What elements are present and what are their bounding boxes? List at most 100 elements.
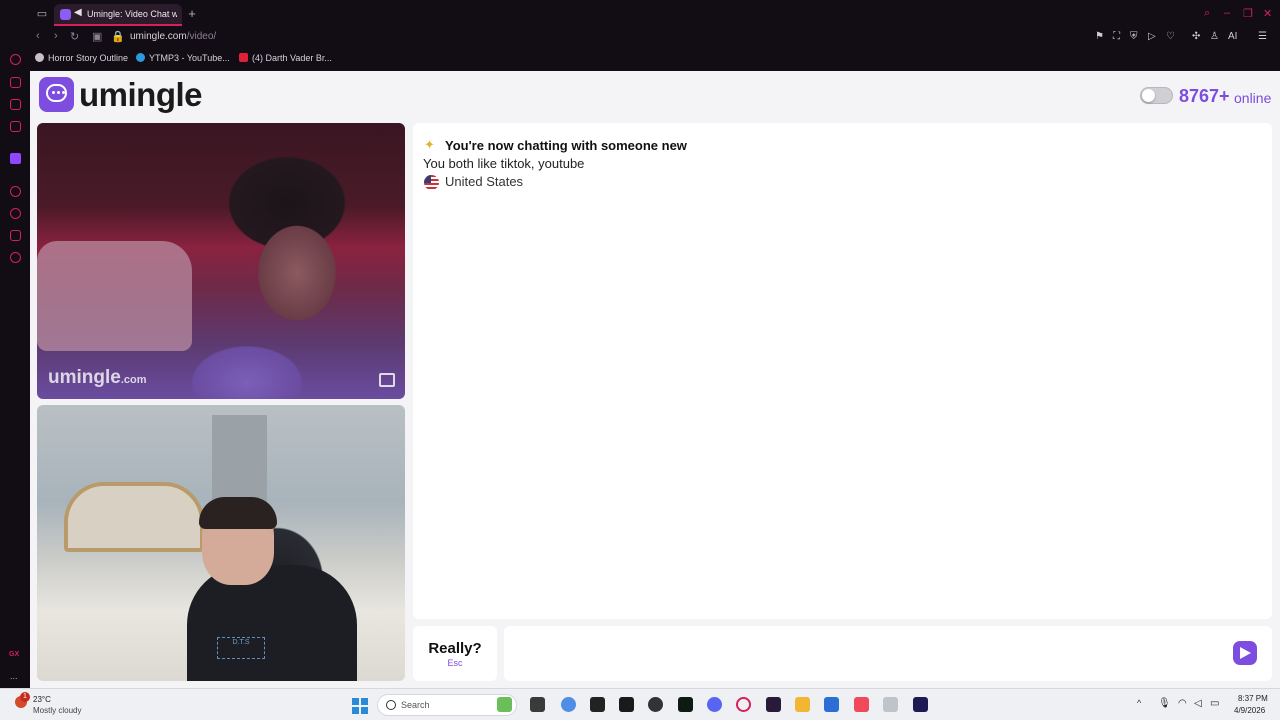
brand-name[interactable]: umingle	[79, 76, 203, 114]
volume-icon[interactable]: ◁	[1194, 698, 1202, 709]
logo-dot	[62, 91, 65, 94]
watermark-name: umingle	[48, 367, 121, 388]
search-icon	[386, 700, 396, 710]
twitch-icon[interactable]	[10, 153, 21, 164]
bookmark-item[interactable]: YTMP3 - YouTube...	[136, 53, 230, 63]
messenger-icon[interactable]	[10, 99, 21, 110]
start-button[interactable]	[352, 698, 368, 714]
clock-date[interactable]: 4/9/2026	[1234, 706, 1265, 715]
player-icon[interactable]	[10, 186, 21, 197]
bookmark-item[interactable]: Horror Story Outline	[35, 53, 128, 63]
stranger-country: United States	[445, 174, 524, 189]
globe-icon	[35, 53, 44, 62]
extensions-sidebar-icon[interactable]	[10, 230, 21, 241]
wifi-icon[interactable]: ◠	[1178, 698, 1187, 709]
skip-button[interactable]: Really? Esc	[413, 626, 497, 681]
premiere-pro-icon[interactable]	[913, 697, 928, 712]
weather-badge: 1	[20, 692, 30, 702]
search-label: Search	[401, 700, 430, 710]
close-window-button[interactable]: ✕	[1263, 7, 1272, 20]
ytmp3-icon	[136, 53, 145, 62]
weather-temperature[interactable]: 23°C	[33, 695, 51, 704]
task-view-icon[interactable]	[530, 697, 545, 712]
self-video: D.T.S	[37, 405, 405, 681]
snapshot-icon[interactable]: ▣	[92, 30, 102, 43]
youtube-icon	[239, 53, 248, 62]
common-interests: You both like tiktok, youtube	[423, 156, 585, 171]
umingle-favicon-icon	[60, 9, 71, 20]
vpn-icon[interactable]: ⛨	[1130, 31, 1138, 42]
umingle-logo-icon[interactable]	[39, 77, 74, 112]
video-background	[64, 482, 204, 552]
tab-title: Umingle: Video Chat w	[87, 9, 177, 19]
minimize-button[interactable]: –	[1224, 7, 1230, 19]
gx-control-icon[interactable]	[10, 77, 21, 88]
forward-button[interactable]: ›	[54, 30, 58, 42]
speaker-icon[interactable]: ◀	[74, 7, 82, 18]
capcut-icon[interactable]	[590, 697, 605, 712]
easy-setup-icon[interactable]: ☰	[1258, 31, 1267, 42]
discord-icon[interactable]	[707, 697, 722, 712]
message-box	[504, 626, 1272, 681]
opera-gx-icon[interactable]	[736, 697, 751, 712]
app-icon[interactable]	[766, 697, 781, 712]
reload-button[interactable]: ↻	[70, 30, 79, 43]
us-flag-icon	[424, 175, 439, 190]
message-input[interactable]	[514, 636, 1214, 671]
url-field[interactable]: umingle.com/video/	[130, 31, 216, 42]
notion-icon[interactable]	[619, 697, 634, 712]
extensions-icon[interactable]: ✣	[1192, 31, 1200, 42]
sparkle-icon: ✦	[424, 137, 435, 152]
weather-description[interactable]: Mostly cloudy	[33, 706, 81, 715]
settings-icon[interactable]	[10, 252, 21, 263]
app-icon[interactable]	[883, 697, 898, 712]
obs-icon[interactable]	[648, 697, 663, 712]
terminal-icon[interactable]	[678, 697, 693, 712]
search-tabs-icon[interactable]: ⌕	[1204, 7, 1210, 20]
report-flag-icon[interactable]	[379, 373, 395, 387]
chat-log: ✦ You're now chatting with someone new Y…	[413, 123, 1272, 619]
play-icon[interactable]: ▷	[1148, 31, 1156, 42]
skip-label: Really?	[428, 640, 482, 657]
windows-taskbar: 1 23°C Mostly cloudy Search ^ 🎙 ◠ ◁ ▭ 8:…	[0, 688, 1280, 720]
address-bar: ‹ › ↻ ▣ 🔒 umingle.com/video/ ⚑ ⛶ ⛨ ▷ ♡ ✣…	[30, 28, 1280, 48]
store-icon[interactable]	[824, 697, 839, 712]
music-icon[interactable]	[854, 697, 869, 712]
restore-button[interactable]: ❐	[1243, 7, 1253, 20]
file-explorer-icon[interactable]	[795, 697, 810, 712]
heart-icon[interactable]: ♡	[1166, 31, 1175, 42]
search-highlight-icon[interactable]	[497, 697, 512, 712]
skip-shortcut-hint: Esc	[447, 658, 463, 668]
stranger-video: umingle.com	[37, 123, 405, 399]
screenshot-icon[interactable]: ⛶	[1113, 31, 1120, 42]
bookmark-item[interactable]: (4) Darth Vader Br...	[239, 53, 332, 63]
tab-umingle[interactable]: ◀ Umingle: Video Chat w	[54, 4, 182, 26]
url-path: /video/	[186, 31, 217, 42]
taskbar-search[interactable]: Search	[377, 694, 517, 716]
logo-dot	[57, 91, 60, 94]
profile-icon[interactable]: ♙	[1210, 31, 1219, 42]
microphone-icon[interactable]: 🎙	[1158, 698, 1171, 709]
lock-icon: 🔒	[111, 31, 125, 43]
copilot-icon[interactable]	[561, 697, 576, 712]
workspaces-icon[interactable]: ▭	[34, 6, 50, 22]
video-subject	[187, 565, 357, 681]
online-count: 8767+	[1179, 86, 1230, 106]
back-button[interactable]: ‹	[36, 30, 40, 42]
battery-icon[interactable]: ▭	[1210, 698, 1219, 709]
new-tab-button[interactable]: +	[184, 6, 200, 22]
tray-overflow-icon[interactable]: ^	[1137, 698, 1141, 708]
aria-icon[interactable]	[10, 54, 21, 65]
history-icon[interactable]	[10, 208, 21, 219]
gx-corner-icon[interactable]	[10, 121, 21, 132]
url-host: umingle.com	[130, 31, 187, 42]
umingle-page: umingle 8767+ online umingle.com D.T.S ✦…	[30, 71, 1280, 688]
clock-time[interactable]: 8:37 PM	[1238, 694, 1268, 703]
bookmark-icon[interactable]: ⚑	[1095, 31, 1104, 42]
flag-canton	[424, 175, 431, 183]
send-button[interactable]	[1233, 641, 1257, 665]
toggle-knob	[1142, 89, 1155, 102]
aria-ai-button[interactable]: AI	[1228, 31, 1237, 42]
more-icon[interactable]: ...	[10, 671, 18, 681]
theme-toggle[interactable]	[1140, 87, 1173, 104]
